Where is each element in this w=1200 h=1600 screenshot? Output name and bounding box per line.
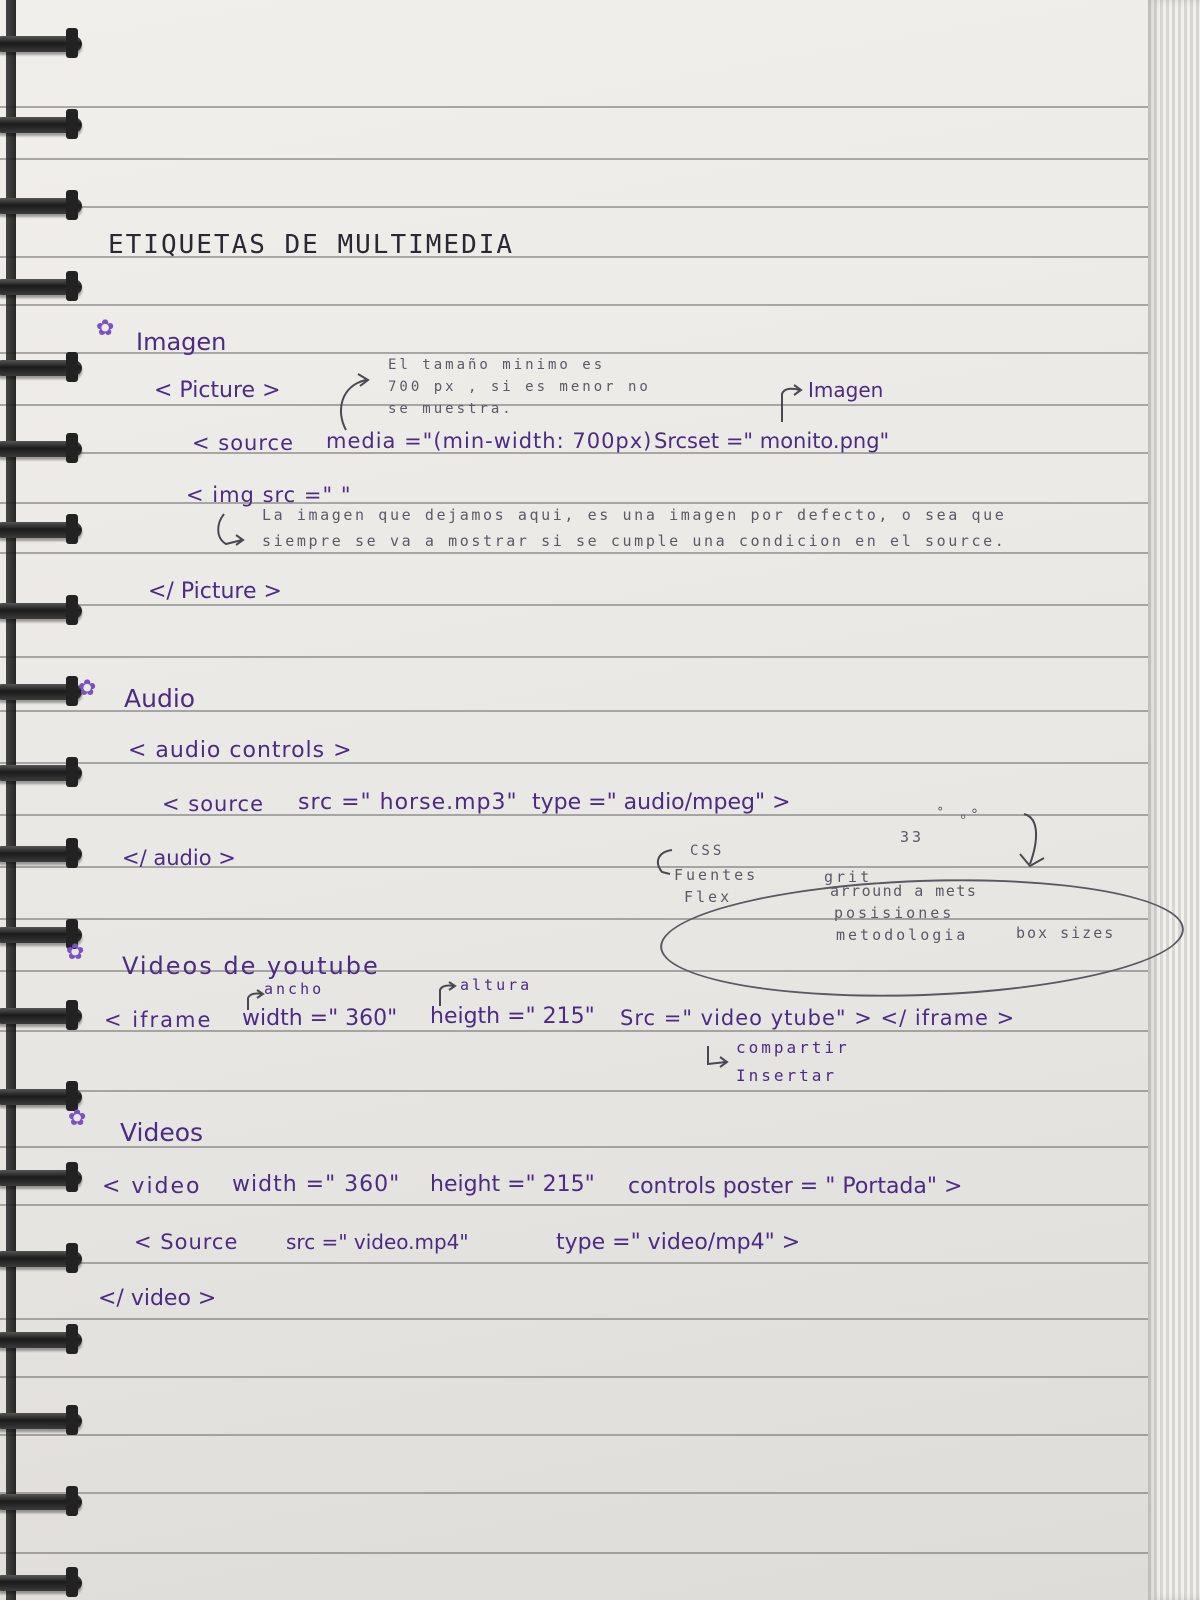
arrow-icon [1019,813,1045,868]
audio-source-tag: < source [162,792,265,816]
video-close-tag: </ video > [98,1286,217,1311]
ruled-line [0,656,1200,658]
audio-source-src: src =" horse.mp3" [298,790,518,815]
img-note-line-2: siempre se va a mostrar si se cumple una… [262,532,1007,550]
ruled-line [0,502,1200,504]
spiral-coil [0,352,82,382]
iframe-tag: < iframe [104,1008,213,1032]
ruled-line [0,1492,1200,1494]
heading-videos: Videos [120,1118,204,1147]
ruled-line [0,158,1200,160]
audio-close-tag: </ audio > [122,846,236,870]
audio-source-type: type =" audio/mpeg" > [532,790,791,815]
iframe-height: heigth =" 215" [430,1004,595,1029]
arrow-icon [781,384,803,422]
ruled-line [0,304,1200,306]
spiral-coil [0,109,82,139]
side-note-fuentes: Fuentes [674,866,759,884]
label-ancho: ancho [264,980,325,998]
ruled-line [0,1262,1200,1264]
spiral-coil [0,1081,82,1111]
video-source-type: type =" video/mp4" > [556,1230,801,1255]
notebook-page: ETIQUETAS DE MULTIMEDIA ✿ Imagen < Pictu… [0,0,1200,1600]
flower-icon: ✿ [96,316,115,341]
spiral-coil [0,271,82,301]
spiral-coil [0,1000,82,1030]
label-compartir: compartir [736,1038,850,1057]
ruled-line [0,1318,1200,1320]
note-line-1: El tamaño minimo es [388,357,606,373]
note-line-2: 700 px , si es menor no [388,379,651,395]
ruled-line [0,206,1200,208]
video-width: width =" 360" [232,1172,401,1197]
spiral-coil [0,595,82,625]
note-line-3: se muestra. [388,401,514,417]
source-srcset: Srcset =" monito.png" [654,429,890,453]
spiral-coil [0,1567,82,1597]
label-altura: altura [460,976,533,994]
ruled-line [0,404,1200,406]
heading-imagen: Imagen [136,328,227,356]
spiral-coil [0,28,82,58]
ruled-line [0,552,1200,554]
video-controls-poster: controls poster = " Portada" > [628,1174,963,1199]
video-source-src: src =" video.mp4" [286,1230,469,1254]
side-note-css: CSS [690,843,725,859]
arrow-icon [339,373,370,431]
side-note-number: 33 [900,828,925,846]
page-stack-edge [1148,0,1200,1600]
spiral-coil [0,1243,82,1273]
side-note-flex: Flex [684,888,733,906]
notes-oval [658,870,1186,1006]
page-title: ETIQUETAS DE MULTIMEDIA [108,230,515,260]
spiral-coil [0,1324,82,1354]
ruled-line [0,604,1200,606]
iframe-width: width =" 360" [242,1006,398,1031]
spiral-coil [0,1162,82,1192]
arrow-icon [707,1046,729,1068]
flower-icon: ✿ [66,940,85,965]
source-media: media ="(min-width: 700px) [326,429,653,453]
spiral-coil [0,514,82,544]
spiral-coil [0,1486,82,1516]
ruled-line [0,1376,1200,1378]
label-imagen: Imagen [808,378,884,402]
video-open-tag: < video [102,1174,202,1199]
ruled-line [0,1204,1200,1206]
heading-youtube: Videos de youtube [122,952,380,980]
picture-close-tag: </ Picture > [148,579,282,604]
video-height: height =" 215" [430,1172,595,1197]
arrow-icon [217,513,245,546]
flower-icon: ✿ [78,676,97,701]
img-tag: < img src =" " [186,483,352,507]
img-note-line-1: La imagen que dejamos aqui, es una image… [262,506,1007,524]
binding-spine [6,0,16,1600]
spiral-coil [0,433,82,463]
side-note-doodle: ˚ ₒ° [936,807,982,823]
spiral-coil [0,838,82,868]
label-insertar: Insertar [736,1066,838,1085]
ruled-line [0,1434,1200,1436]
audio-open-tag: < audio controls > [128,738,353,763]
iframe-src: Src =" video ytube" > </ iframe > [620,1006,1016,1030]
spiral-coil [0,676,82,706]
spiral-coil [0,757,82,787]
video-source-tag: < Source [134,1230,239,1254]
spiral-coil [0,190,82,220]
spiral-coil [0,1405,82,1435]
source-tag: < source [192,431,295,455]
spiral-binding [0,0,90,1600]
heading-audio: Audio [124,684,196,713]
picture-open-tag: < Picture > [154,378,281,403]
flower-icon: ✿ [68,1106,87,1131]
ruled-line [0,106,1200,108]
ruled-line [0,1552,1200,1554]
ruled-line [0,1090,1200,1092]
